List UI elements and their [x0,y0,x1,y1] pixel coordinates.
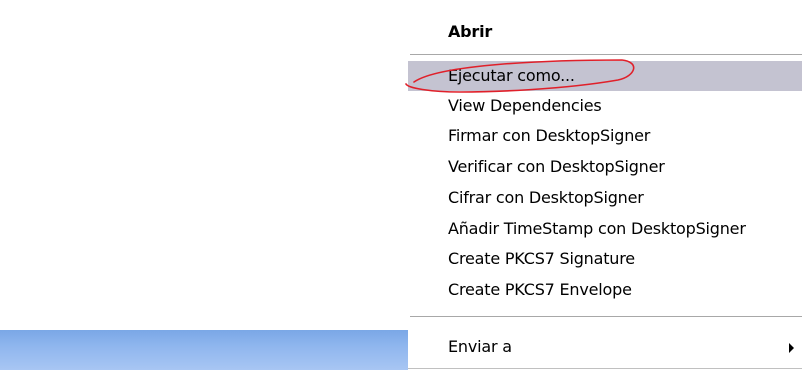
menu-item-firmar[interactable]: Firmar con DesktopSigner [408,122,802,150]
menu-item-label: Create PKCS7 Envelope [448,280,632,299]
submenu-arrow-icon [789,343,794,353]
menu-item-label: Cifrar con DesktopSigner [448,188,644,207]
menu-item-label: Ejecutar como... [448,66,575,85]
menu-item-cifrar[interactable]: Cifrar con DesktopSigner [408,184,802,212]
menu-item-anadir-timestamp[interactable]: Añadir TimeStamp con DesktopSigner [408,215,802,243]
menu-item-abrir[interactable]: Abrir [408,18,802,46]
menu-item-verificar[interactable]: Verificar con DesktopSigner [408,153,802,181]
menu-item-label: Abrir [448,22,493,41]
menu-item-create-pkcs7-signature[interactable]: Create PKCS7 Signature [408,245,802,273]
menu-item-label: Añadir TimeStamp con DesktopSigner [448,219,746,238]
menu-separator [410,316,802,318]
screen: Abrir Ejecutar como... View Dependencies… [0,0,802,370]
menu-item-view-dependencies[interactable]: View Dependencies [408,92,802,120]
menu-item-enviar-a[interactable]: Enviar a [408,333,802,361]
menu-item-create-pkcs7-envelope[interactable]: Create PKCS7 Envelope [408,276,802,304]
menu-item-label: Enviar a [448,337,512,356]
menu-item-label: Firmar con DesktopSigner [448,126,651,145]
menu-separator [410,54,802,56]
menu-item-label: Create PKCS7 Signature [448,249,635,268]
desktop-background-strip [0,330,408,370]
menu-item-label: View Dependencies [448,96,602,115]
menu-bottom-border [408,368,802,369]
menu-item-label: Verificar con DesktopSigner [448,157,665,176]
context-menu: Abrir Ejecutar como... View Dependencies… [408,0,802,370]
menu-item-ejecutar-como[interactable]: Ejecutar como... [408,61,802,91]
